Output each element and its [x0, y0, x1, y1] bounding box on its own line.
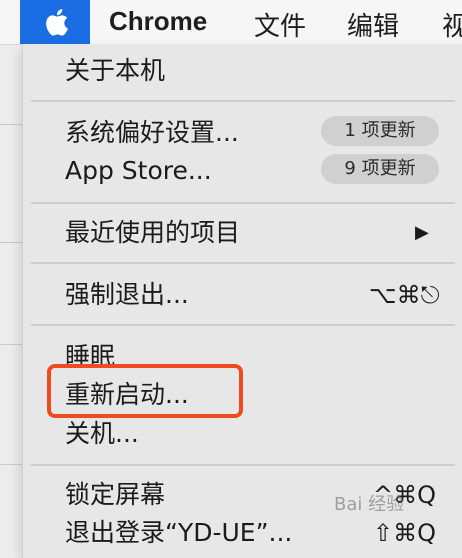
system-preferences-update-badge: 1 项更新 [321, 116, 439, 146]
menu-item-force-quit[interactable]: 强制退出... [65, 280, 189, 310]
background-divider [0, 464, 22, 465]
menu-file[interactable]: 文件 [254, 6, 306, 43]
menu-item-shutdown[interactable]: 关机... [65, 419, 139, 449]
apple-menu-button[interactable] [20, 0, 90, 44]
menu-item-app-store[interactable]: App Store... [65, 156, 212, 186]
apple-logo-icon [46, 9, 68, 36]
submenu-arrow-icon: ▶ [415, 222, 429, 243]
background-divider [0, 242, 22, 243]
menu-separator [31, 262, 455, 264]
menu-item-recent-items[interactable]: 最近使用的项目 [65, 218, 240, 248]
menu-view[interactable]: 视 [442, 6, 462, 43]
menu-edit[interactable]: 编辑 [347, 6, 399, 43]
apple-dropdown-menu: 关于本机 系统偏好设置... 1 项更新 App Store... 9 项更新 … [22, 44, 462, 558]
menu-item-system-preferences[interactable]: 系统偏好设置... [65, 118, 239, 148]
app-menu-chrome[interactable]: Chrome [109, 6, 207, 37]
menu-item-about[interactable]: 关于本机 [65, 56, 165, 86]
app-store-update-badge: 9 项更新 [321, 154, 439, 184]
menu-bar: Chrome 文件 编辑 视 [0, 0, 462, 45]
menu-separator [31, 324, 455, 326]
restart-highlight-annotation [47, 364, 243, 418]
logout-shortcut: ⇧⌘Q [373, 519, 436, 547]
menu-item-logout[interactable]: 退出登录“YD-UE”... [65, 518, 292, 548]
watermark-logo: Bai 经验 [334, 494, 405, 515]
menu-separator [31, 464, 455, 466]
force-quit-shortcut: ⌥⌘⎋ [369, 281, 440, 309]
menu-item-lock-screen[interactable]: 锁定屏幕 [65, 480, 165, 510]
background-window [0, 44, 22, 558]
background-divider [0, 124, 22, 125]
menu-separator [31, 202, 455, 204]
background-divider [0, 344, 22, 345]
menu-separator [31, 100, 455, 102]
